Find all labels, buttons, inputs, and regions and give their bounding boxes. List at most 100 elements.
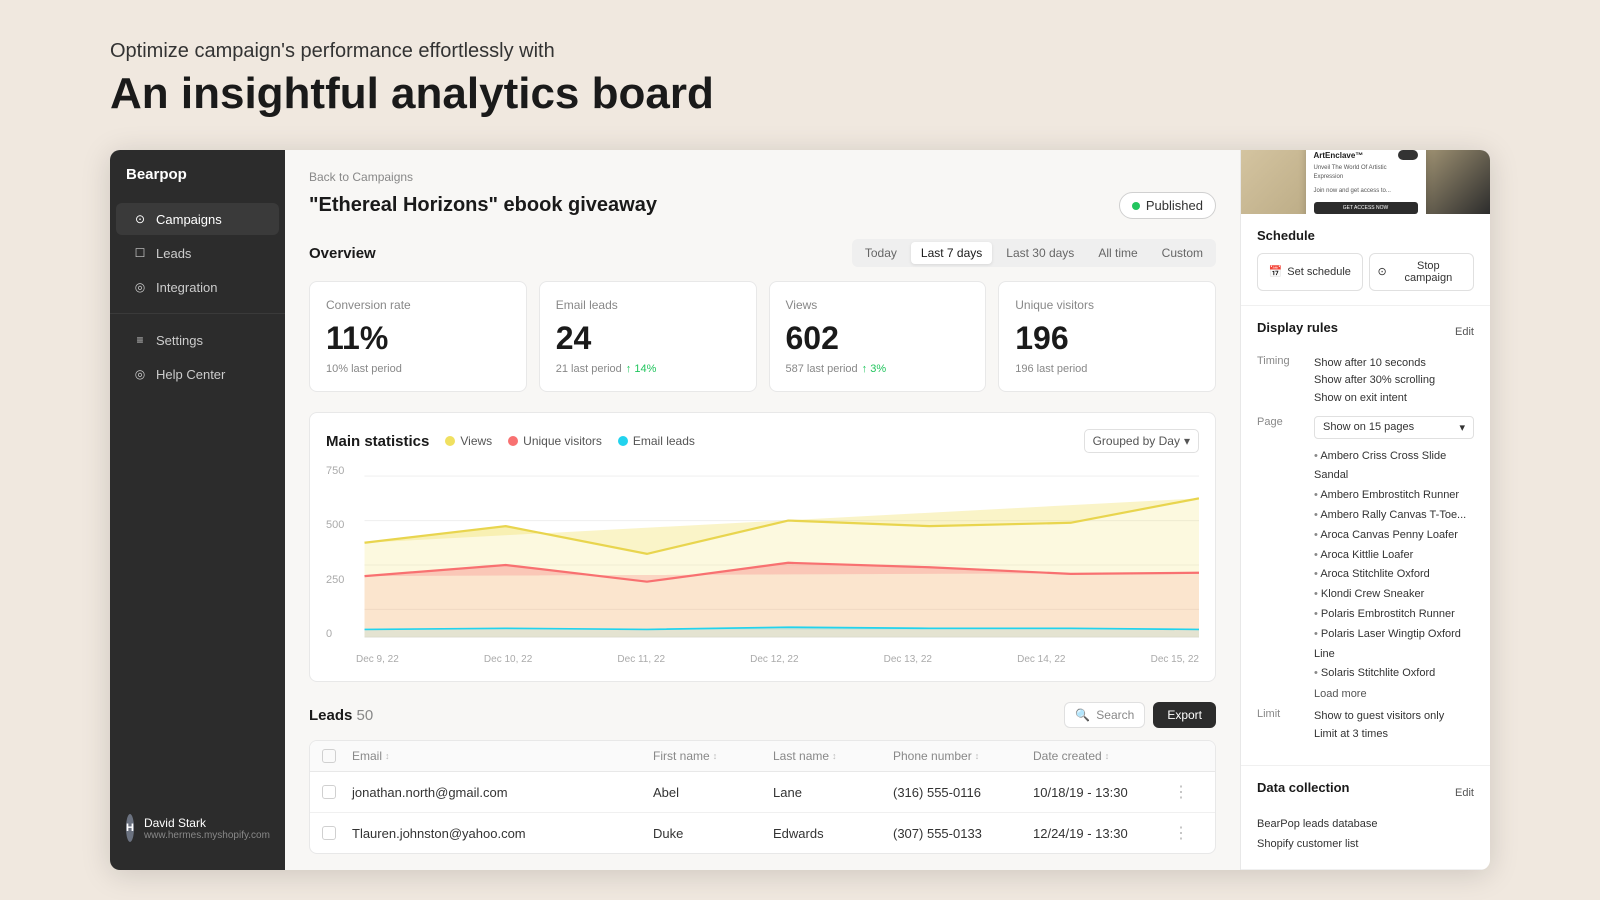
user-name: David Stark <box>144 816 270 830</box>
leads-count: 50 <box>357 707 374 724</box>
select-all-checkbox[interactable] <box>322 749 336 763</box>
limit-row: Limit Show to guest visitors only Limit … <box>1257 708 1474 743</box>
row2-more[interactable]: ⋮ <box>1173 823 1203 843</box>
sidebar-item-label-integration: Integration <box>156 280 217 295</box>
schedule-title: Schedule <box>1257 228 1474 243</box>
stat-conversion-value: 11% <box>326 320 510 357</box>
leads-header: Leads 50 🔍 Search Export <box>309 702 1216 728</box>
stat-views: Views 602 587 last period ↑ 3% <box>769 281 987 392</box>
list-item: Polaris Laser Wingtip Oxford Line <box>1314 625 1474 665</box>
filter-30days[interactable]: Last 30 days <box>996 242 1084 264</box>
chart-y-labels: 750 500 250 0 <box>326 465 344 640</box>
sidebar-item-help[interactable]: ◎ Help Center <box>116 358 279 390</box>
hero-title: An insightful analytics board <box>110 69 714 119</box>
row1-more[interactable]: ⋮ <box>1173 782 1203 802</box>
stat-conversion-label: Conversion rate <box>326 298 510 312</box>
export-button[interactable]: Export <box>1153 702 1216 728</box>
page-select[interactable]: Show on 15 pages ▾ <box>1314 416 1474 439</box>
data-collection-item: Shopify customer list <box>1257 835 1474 855</box>
sidebar-user: H David Stark www.hermes.myshopify.com <box>110 802 285 854</box>
list-item: Polaris Embrostitch Runner <box>1314 605 1474 625</box>
filter-custom[interactable]: Custom <box>1152 242 1213 264</box>
header-phone[interactable]: Phone number ↕ <box>893 749 1033 763</box>
preview-card-body: Join now and get access to... <box>1314 187 1418 195</box>
search-box[interactable]: 🔍 Search <box>1064 702 1145 728</box>
list-item: Aroca Stitchlite Oxford <box>1314 565 1474 585</box>
header-date[interactable]: Date created ↕ <box>1033 749 1173 763</box>
stats-grid: Conversion rate 11% 10% last period Emai… <box>309 281 1216 392</box>
preview-image: ArtEnclave™ Unveil The World Of Artistic… <box>1241 150 1490 214</box>
calendar-icon: 📅 <box>1269 265 1283 278</box>
sidebar-item-integration[interactable]: ◎ Integration <box>116 271 279 303</box>
preview-card: ArtEnclave™ Unveil The World Of Artistic… <box>1306 150 1426 214</box>
row1-checkbox[interactable] <box>322 785 336 799</box>
data-collection-item: BearPop leads database <box>1257 815 1474 835</box>
filter-today[interactable]: Today <box>855 242 907 264</box>
stop-campaign-button[interactable]: ⊙ Stop campaign <box>1369 253 1475 291</box>
status-label: Published <box>1146 198 1203 213</box>
row2-firstname: Duke <box>653 826 773 841</box>
leads-icon: ☐ <box>132 245 148 261</box>
schedule-buttons: 📅 Set schedule ⊙ Stop campaign <box>1257 253 1474 291</box>
filter-7days[interactable]: Last 7 days <box>911 242 992 264</box>
breadcrumb[interactable]: Back to Campaigns <box>309 170 1216 184</box>
hero-section: Optimize campaign's performance effortle… <box>110 40 714 119</box>
status-badge: Published <box>1119 192 1216 219</box>
sidebar-nav: ⊙ Campaigns ☐ Leads ◎ Integration ≡ Sett… <box>110 203 285 802</box>
stat-conversion: Conversion rate 11% 10% last period <box>309 281 527 392</box>
preview-card-subtitle: Unveil The World Of Artistic Expression <box>1314 164 1418 181</box>
header-email[interactable]: Email ↕ <box>352 749 653 763</box>
preview-toggle <box>1398 150 1418 160</box>
avatar: H <box>126 814 134 842</box>
header-check[interactable] <box>322 749 352 763</box>
search-icon: 🔍 <box>1075 708 1090 722</box>
set-schedule-button[interactable]: 📅 Set schedule <box>1257 253 1363 291</box>
data-collection-title: Data collection <box>1257 780 1349 795</box>
display-rules-section: Display rules Edit Timing Show after 10 … <box>1241 306 1490 767</box>
header-lastname[interactable]: Last name ↕ <box>773 749 893 763</box>
sidebar-item-leads[interactable]: ☐ Leads <box>116 237 279 269</box>
grouped-by-selector[interactable]: Grouped by Day ▾ <box>1084 429 1199 453</box>
row1-lastname: Lane <box>773 785 893 800</box>
chart-header: Main statistics Views Unique visitors Em… <box>326 429 1199 453</box>
list-item: Ambero Criss Cross Slide Sandal <box>1314 447 1474 487</box>
sidebar-item-campaigns[interactable]: ⊙ Campaigns <box>116 203 279 235</box>
stat-email-label: Email leads <box>556 298 740 312</box>
row1-phone: (316) 555-0116 <box>893 785 1033 800</box>
display-rules-edit[interactable]: Edit <box>1455 326 1474 338</box>
page-title: "Ethereal Horizons" ebook giveaway <box>309 194 657 217</box>
timing-row: Timing Show after 10 seconds Show after … <box>1257 355 1474 408</box>
load-more[interactable]: Load more <box>1314 688 1474 700</box>
user-email: www.hermes.myshopify.com <box>144 830 270 841</box>
filter-alltime[interactable]: All time <box>1088 242 1147 264</box>
table-row: jonathan.north@gmail.com Abel Lane (316)… <box>310 772 1215 813</box>
sidebar-item-label-campaigns: Campaigns <box>156 212 222 227</box>
search-placeholder: Search <box>1096 708 1134 722</box>
sidebar-brand: Bearpop <box>110 166 285 203</box>
preview-card-button: GET ACCESS NOW <box>1314 202 1418 214</box>
stat-views-label: Views <box>786 298 970 312</box>
stat-email-change: ↑ 14% <box>626 363 657 375</box>
content-area: Back to Campaigns "Ethereal Horizons" eb… <box>285 150 1240 870</box>
sidebar-item-settings[interactable]: ≡ Settings <box>116 324 279 356</box>
legend-visitors: Unique visitors <box>508 434 602 448</box>
stat-email-value: 24 <box>556 320 740 357</box>
stat-visitors-label: Unique visitors <box>1015 298 1199 312</box>
row2-checkbox[interactable] <box>322 826 336 840</box>
table-row: Tlauren.johnston@yahoo.com Duke Edwards … <box>310 813 1215 853</box>
data-collection-edit[interactable]: Edit <box>1455 787 1474 799</box>
chart-x-labels: Dec 9, 22 Dec 10, 22 Dec 11, 22 Dec 12, … <box>356 654 1199 665</box>
stat-views-value: 602 <box>786 320 970 357</box>
firstname-sort-icon: ↕ <box>713 751 718 761</box>
user-info: David Stark www.hermes.myshopify.com <box>144 816 270 841</box>
lastname-sort-icon: ↕ <box>832 751 837 761</box>
stat-email-sub: 21 last period ↑ 14% <box>556 363 740 375</box>
header-firstname[interactable]: First name ↕ <box>653 749 773 763</box>
legend-email-dot <box>618 436 628 446</box>
time-filters: Today Last 7 days Last 30 days All time … <box>852 239 1216 267</box>
stat-email-leads: Email leads 24 21 last period ↑ 14% <box>539 281 757 392</box>
legend-views: Views <box>445 434 492 448</box>
sidebar-item-label-help: Help Center <box>156 367 225 382</box>
legend-email: Email leads <box>618 434 695 448</box>
row2-phone: (307) 555-0133 <box>893 826 1033 841</box>
